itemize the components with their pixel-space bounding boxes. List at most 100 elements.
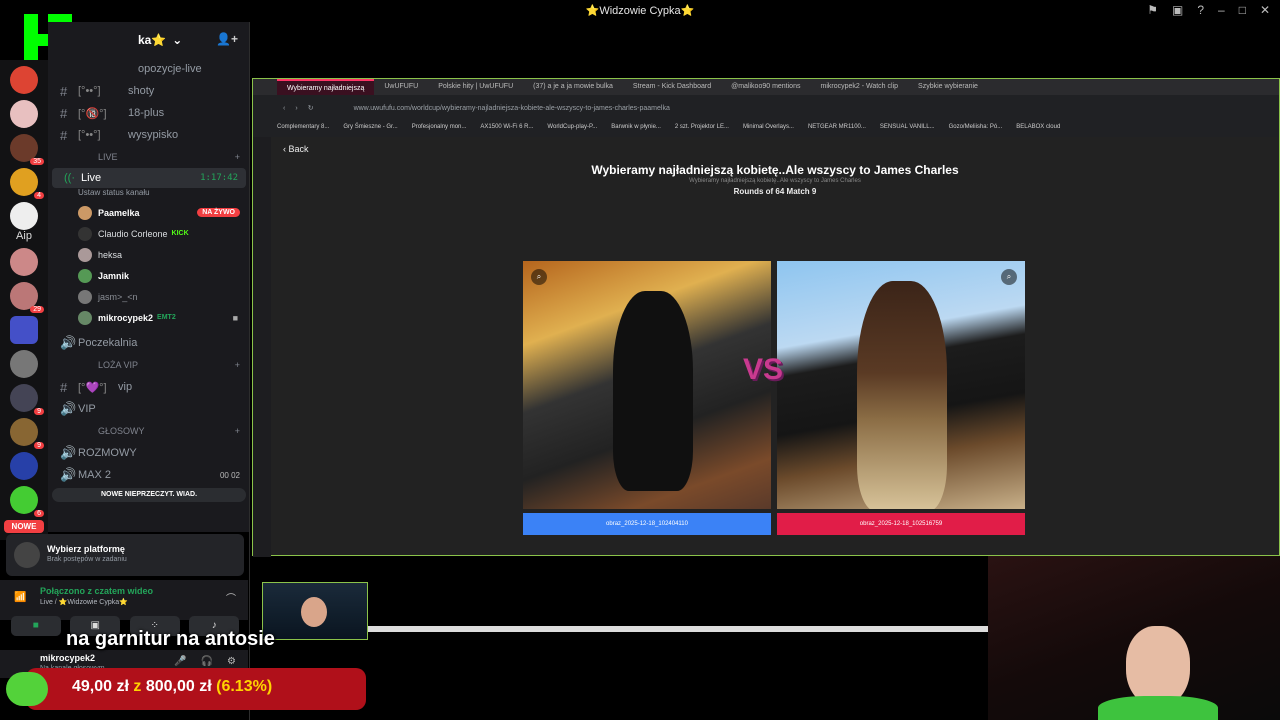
add-channel-icon[interactable]: + [235,360,240,370]
invite-icon[interactable]: 👤+ [216,32,238,46]
bookmark-item[interactable]: Gry Śmieszne - Gr... [343,124,397,130]
server-icon[interactable]: 9 [10,418,44,449]
bookmark-item[interactable]: NETGEAR MR1100... [808,124,866,130]
maximize-button[interactable]: □ [1239,3,1246,17]
pick-right-button[interactable]: obraz_2025-12-18_102516759 [777,513,1025,535]
channel-label: MAX 2 [78,469,112,481]
tab-uwufufu[interactable]: UwUFUFU [374,79,428,95]
minimize-button[interactable]: – [1218,3,1225,17]
bookmark-item[interactable]: Minimal Overlays... [743,124,794,130]
server-header[interactable]: ka⭐ ⌄ 👤+ [48,22,250,58]
speaker-icon: 🔊 [60,467,77,482]
add-channel-icon[interactable]: + [235,426,240,436]
user-name[interactable]: mikrocypek2 [40,653,95,663]
inbox-icon[interactable]: ⚑ [1147,3,1158,17]
server-icon[interactable] [10,100,38,128]
server-icon[interactable]: 35 [10,134,44,165]
server-icon[interactable]: 6 [10,486,44,517]
tab-speed-dial[interactable]: Szybkie wybieranie [908,79,988,95]
live-status[interactable]: Ustaw status kanału [48,188,250,202]
help-icon[interactable]: ? [1197,3,1204,17]
server-icon[interactable] [10,316,38,344]
url-field[interactable]: www.uwufufu.com/worldcup/wybieramy-najla… [354,105,670,112]
headphones-icon[interactable]: 🎧 [201,656,213,667]
server-label[interactable]: Aip [0,230,48,242]
donation-amount: 49,00 zł [72,678,129,695]
candidate-image-left[interactable]: ⌕ [523,261,771,509]
voice-user[interactable]: Claudio Corleone KICK [48,223,250,244]
camera-button[interactable]: ■ [10,616,61,636]
new-badge[interactable]: NOWE [4,520,44,533]
screen-share-icon[interactable]: ▣ [1172,3,1183,17]
bookmark-item[interactable]: Gozo/Meliisha: Pó... [949,124,1003,130]
back-icon[interactable]: ‹ [283,105,285,112]
server-icon[interactable] [10,202,38,230]
platform-quest[interactable]: Wybierz platformę Brak postępów w zadani… [6,534,244,576]
bookmark-item[interactable]: 2 szt. Projektor LE... [675,124,729,130]
voice-user[interactable]: Jamnik [48,265,250,286]
titlebar-controls: ⚑ ▣ ? – □ ✕ [1147,3,1270,17]
bookmark-item[interactable]: Profesjonalny mon... [412,124,467,130]
tab-strip: Wybieramy najładniejszą UwUFUFU Polskie … [253,79,1279,95]
channel-propozycje[interactable]: opozycje-live [48,58,250,80]
channel-shoty[interactable]: # [°••°] shoty [48,80,250,102]
gear-icon[interactable]: ⚙ [227,656,236,667]
category-glosowy[interactable]: GŁOSOWY + [48,420,250,442]
server-icon[interactable] [10,66,38,94]
channel-poczekalnia[interactable]: 🔊 Poczekalnia [48,332,250,354]
server-icon[interactable]: 4 [10,168,44,199]
voice-channel[interactable]: Live / ⭐Widzowie Cypka⭐ [40,598,128,606]
candidate-image-right[interactable]: ⌕ [777,261,1025,509]
zoom-icon[interactable]: ⌕ [531,269,547,285]
server-icon[interactable] [10,248,38,276]
mention-badge: 4 [34,192,44,199]
chevron-down-icon: ⌄ [172,33,183,47]
channel-vip-voice[interactable]: 🔊 VIP [48,398,250,420]
category-loza-vip[interactable]: LOŻA VIP + [48,354,250,376]
bookmark-item[interactable]: WorldCup-play-P... [547,124,597,130]
bookmark-item[interactable]: BELABOX cloud [1016,124,1060,130]
category-label: LIVE [98,152,118,162]
server-icon[interactable]: 9 [10,384,44,415]
avatar [78,247,92,262]
server-icon[interactable]: 29 [10,282,44,313]
bookmark-item[interactable]: SENSUAL VANILL... [880,124,935,130]
channel-rozmowy[interactable]: 🔊 ROZMOWY [48,442,250,464]
tab-mentions[interactable]: @malikoo90 mentions [721,79,810,95]
new-unread-button[interactable]: NOWE NIEPRZECZYT. WIAD. [52,488,246,502]
server-icon[interactable] [10,452,38,480]
tab-kick-dashboard[interactable]: Stream - Kick Dashboard [623,79,721,95]
tab-youtube[interactable]: (37) a je a ja mowie bulka [523,79,623,95]
add-channel-icon[interactable]: + [235,152,240,162]
pick-left-button[interactable]: obraz_2025-12-18_102404110 [523,513,771,535]
tab-uwufufu-active[interactable]: Wybieramy najładniejszą [277,79,375,95]
channel-label: VIP [78,403,96,415]
channel-18-plus[interactable]: # [°🔞°] 18-plus [48,102,250,124]
server-icon[interactable] [10,350,38,378]
bookmark-item[interactable]: Complementary 8... [277,124,329,130]
avatar [78,205,92,220]
channel-max2[interactable]: 🔊 MAX 2 00 02 [48,464,250,486]
channel-label: wysypisko [128,129,179,141]
bookmark-item[interactable]: AX1500 Wi-Fi 6 R... [480,124,533,130]
user-tag: EMT2 [157,314,176,321]
channel-wysypisko[interactable]: # [°••°] wysypisko [48,124,250,146]
reload-icon[interactable]: ↻ [308,104,314,112]
voice-user[interactable]: heksa [48,244,250,265]
mic-icon[interactable]: 🎤 [174,656,186,667]
channel-vip[interactable]: # [°💜°] vip [48,376,250,398]
voice-user[interactable]: jasm>_<n [48,286,250,307]
signal-icon[interactable]: 📶 [14,592,26,603]
voice-user[interactable]: Paamelka NA ŻYWO [48,202,250,223]
bookmark-item[interactable]: Barwnik w płynie... [611,124,661,130]
category-live[interactable]: LIVE + [48,146,250,168]
channel-live[interactable]: ((· Live 1:17:42 [52,168,246,188]
tab-polskie-hity[interactable]: Polskie hity | UwUFUFU [428,79,523,95]
back-link[interactable]: ‹ Back [283,144,309,154]
forward-icon[interactable]: › [295,105,297,112]
disconnect-icon[interactable]: ⌒ [226,590,236,605]
tab-watch-clip[interactable]: mikrocypek2 - Watch clip [810,79,908,95]
voice-user[interactable]: mikrocypek2 EMT2 ■ [48,307,250,328]
zoom-icon[interactable]: ⌕ [1001,269,1017,285]
close-button[interactable]: ✕ [1260,3,1270,17]
